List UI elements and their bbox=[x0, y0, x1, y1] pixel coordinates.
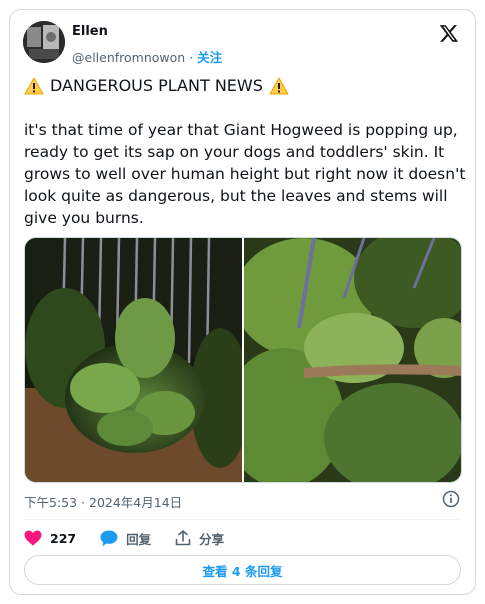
reply-button[interactable]: 回复 bbox=[100, 529, 151, 548]
reply-bubble-icon bbox=[100, 530, 118, 546]
tweet-title: DANGEROUS PLANT NEWS bbox=[50, 76, 263, 95]
warning-icon bbox=[24, 77, 44, 94]
warning-icon bbox=[269, 77, 289, 94]
avatar[interactable] bbox=[23, 21, 65, 63]
tweet-card: Ellen @ellenfromnowon · 关注 DANGEROUS PLA… bbox=[9, 9, 476, 595]
x-logo-icon[interactable] bbox=[439, 23, 459, 43]
author-handle[interactable]: @ellenfromnowon bbox=[72, 50, 185, 65]
heart-icon bbox=[24, 530, 42, 546]
share-label: 分享 bbox=[199, 531, 225, 547]
plant-photo-right[interactable] bbox=[244, 238, 462, 483]
share-button[interactable]: 分享 bbox=[175, 529, 224, 548]
action-bar: 227 回复 分享 bbox=[24, 527, 248, 549]
share-icon bbox=[175, 530, 191, 546]
like-count: 227 bbox=[50, 530, 77, 546]
plant-photo-left[interactable] bbox=[25, 238, 242, 483]
divider bbox=[24, 519, 461, 520]
follow-button[interactable]: 关注 bbox=[197, 50, 222, 65]
media-grid bbox=[24, 237, 462, 483]
tweet-timestamp[interactable]: 下午5:53 · 2024年4月14日 bbox=[24, 492, 182, 511]
author-name[interactable]: Ellen bbox=[72, 24, 108, 39]
separator: · bbox=[189, 50, 194, 65]
author-handle-row: @ellenfromnowon · 关注 bbox=[72, 47, 222, 66]
like-button[interactable]: 227 bbox=[24, 530, 76, 546]
view-replies-button[interactable]: 查看 4 条回复 bbox=[24, 555, 461, 585]
reply-label: 回复 bbox=[126, 531, 152, 547]
info-icon[interactable] bbox=[442, 490, 460, 508]
tweet-title-row: DANGEROUS PLANT NEWS bbox=[24, 76, 289, 95]
tweet-body: it's that time of year that Giant Hogwee… bbox=[24, 121, 466, 227]
